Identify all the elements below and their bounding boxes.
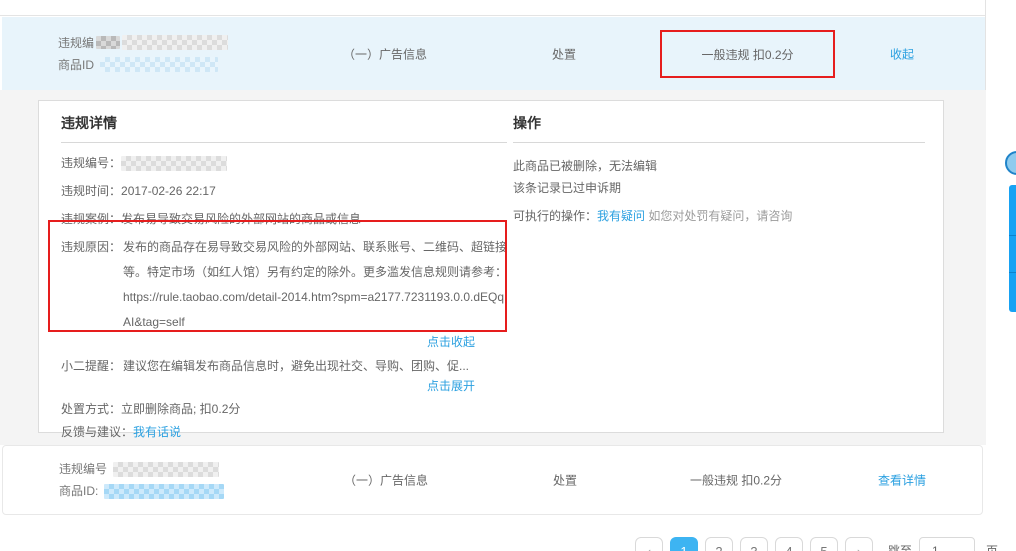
violation-time-value: 2017-02-26 22:17 bbox=[121, 184, 216, 199]
jump-page-input[interactable] bbox=[919, 537, 975, 551]
record2-redacted-violation-number bbox=[113, 462, 219, 477]
disposal-label: 处置方式： bbox=[61, 402, 121, 417]
action-column-label: 处置 bbox=[552, 45, 576, 62]
page-unit-label: 页 bbox=[986, 537, 998, 551]
violation-case-row: 违规案例： 发布易导致交易风险的外部网站的商品或信息 bbox=[61, 212, 507, 227]
detail-title: 违规详情 bbox=[61, 113, 507, 143]
record-id-block: 违规编 商品ID bbox=[58, 32, 228, 76]
actions-hint-text: 如您对处罚有疑问，请咨询 bbox=[648, 209, 792, 223]
violation-number-row: 违规编号： bbox=[61, 156, 507, 171]
product-id-line: 商品ID bbox=[58, 54, 228, 76]
jump-to-label: 跳至 bbox=[888, 537, 912, 551]
violation-reason-row: 违规原因： 发布的商品存在易导致交易风险的外部网站、联系账号、二维码、超链接等。… bbox=[61, 235, 507, 335]
feedback-label: 反馈与建议： bbox=[61, 425, 133, 440]
product-id-label: 商品ID bbox=[58, 54, 94, 76]
violation-case-label: 违规案例： bbox=[61, 212, 121, 227]
floating-toolbar[interactable] bbox=[1009, 185, 1016, 312]
violation-number-line: 违规编 bbox=[58, 32, 228, 54]
reminder-expand-row: 点击展开 bbox=[61, 379, 507, 394]
record2-penalty-text: 一般违规 扣0.2分 bbox=[661, 472, 811, 489]
feedback-link[interactable]: 我有话说 bbox=[133, 425, 181, 440]
page-button-3[interactable]: 3 bbox=[740, 537, 768, 551]
violation-case-value: 发布易导致交易风险的外部网站的商品或信息 bbox=[121, 212, 361, 227]
violation-detail-column: 违规详情 违规编号： 违规时间： 2017-02-26 22:17 违规案例： … bbox=[61, 113, 507, 440]
violation-reason-label: 违规原因： bbox=[61, 235, 123, 335]
page-button-1[interactable]: 1 bbox=[670, 537, 698, 551]
redacted-violation-number-part bbox=[96, 36, 120, 49]
collapse-reason-link[interactable]: 点击收起 bbox=[427, 335, 475, 349]
next-page-button[interactable]: › bbox=[845, 537, 873, 551]
redacted-violation-number-value bbox=[121, 156, 227, 171]
page-button-2[interactable]: 2 bbox=[705, 537, 733, 551]
record2-violation-number-label: 违规编号 bbox=[59, 458, 107, 480]
violation-number-label: 违规编 bbox=[58, 32, 94, 54]
staff-reminder-text: 建议您在编辑发布商品信息时，避免出现社交、导购、团购、促... bbox=[123, 354, 507, 379]
operations-title: 操作 bbox=[513, 113, 925, 143]
reason-collapse-row: 点击收起 bbox=[61, 335, 507, 350]
page-button-4[interactable]: 4 bbox=[775, 537, 803, 551]
collapse-record-link[interactable]: 收起 bbox=[890, 45, 914, 62]
violation-detail-panel: 违规详情 违规编号： 违规时间： 2017-02-26 22:17 违规案例： … bbox=[38, 100, 944, 433]
operations-column: 操作 此商品已被删除，无法编辑 该条记录已过申诉期 可执行的操作：我有疑问 如您… bbox=[513, 113, 925, 224]
staff-reminder-row: 小二提醒： 建议您在编辑发布商品信息时，避免出现社交、导购、团购、促... bbox=[61, 354, 507, 379]
violation-detail-section: 违规详情 违规编号： 违规时间： 2017-02-26 22:17 违规案例： … bbox=[0, 90, 986, 445]
pagination: ‹ 12345 › 跳至 页 bbox=[635, 537, 998, 551]
disposal-row: 处置方式： 立即删除商品; 扣0.2分 bbox=[61, 402, 507, 417]
page-top-strip bbox=[0, 0, 986, 16]
record2-id-block: 违规编号 商品ID: bbox=[59, 458, 224, 502]
redacted-violation-number bbox=[122, 35, 228, 50]
page-button-5[interactable]: 5 bbox=[810, 537, 838, 551]
feedback-row: 反馈与建议： 我有话说 bbox=[61, 425, 507, 440]
prev-page-button[interactable]: ‹ bbox=[635, 537, 663, 551]
expand-reminder-link[interactable]: 点击展开 bbox=[427, 379, 475, 393]
status-line-deleted: 此商品已被删除，无法编辑 bbox=[513, 155, 925, 177]
i-have-question-link[interactable]: 我有疑问 bbox=[597, 209, 645, 223]
record2-redacted-product-id bbox=[104, 484, 224, 499]
redacted-product-id bbox=[100, 57, 218, 72]
violation-reason-text: 发布的商品存在易导致交易风险的外部网站、联系账号、二维码、超链接等。特定市场（如… bbox=[123, 235, 507, 335]
record2-product-id-line: 商品ID: bbox=[59, 480, 224, 502]
violation-time-row: 违规时间： 2017-02-26 22:17 bbox=[61, 184, 507, 199]
violation-record-header: 违规编 商品ID （一）广告信息 处置 一般违规 扣0.2分 收起 bbox=[2, 17, 985, 90]
floating-help-bubble-icon[interactable] bbox=[1005, 151, 1016, 175]
operation-status: 此商品已被删除，无法编辑 该条记录已过申诉期 bbox=[513, 155, 925, 199]
staff-reminder-label: 小二提醒： bbox=[61, 354, 123, 379]
available-actions-row: 可执行的操作：我有疑问 如您对处罚有疑问，请咨询 bbox=[513, 209, 925, 224]
available-actions-label: 可执行的操作： bbox=[513, 209, 597, 223]
view-details-link[interactable]: 查看详情 bbox=[878, 472, 926, 489]
violation-number-field-label: 违规编号： bbox=[61, 156, 121, 171]
penalty-highlight-box: 一般违规 扣0.2分 bbox=[660, 30, 835, 78]
record2-action-column-label: 处置 bbox=[553, 472, 577, 489]
record2-product-id-label: 商品ID: bbox=[59, 480, 98, 502]
violation-category: （一）广告信息 bbox=[343, 45, 427, 62]
status-line-appeal-expired: 该条记录已过申诉期 bbox=[513, 177, 925, 199]
record2-violation-number-line: 违规编号 bbox=[59, 458, 224, 480]
record2-violation-category: （一）广告信息 bbox=[344, 472, 428, 489]
penalty-text: 一般违规 扣0.2分 bbox=[701, 46, 793, 63]
violation-time-label: 违规时间： bbox=[61, 184, 121, 199]
toolbar-divider bbox=[1009, 235, 1016, 236]
toolbar-divider bbox=[1009, 272, 1016, 273]
collapsed-violation-record: 违规编号 商品ID: （一）广告信息 处置 一般违规 扣0.2分 查看详情 bbox=[2, 445, 983, 515]
disposal-value: 立即删除商品; 扣0.2分 bbox=[121, 402, 240, 417]
